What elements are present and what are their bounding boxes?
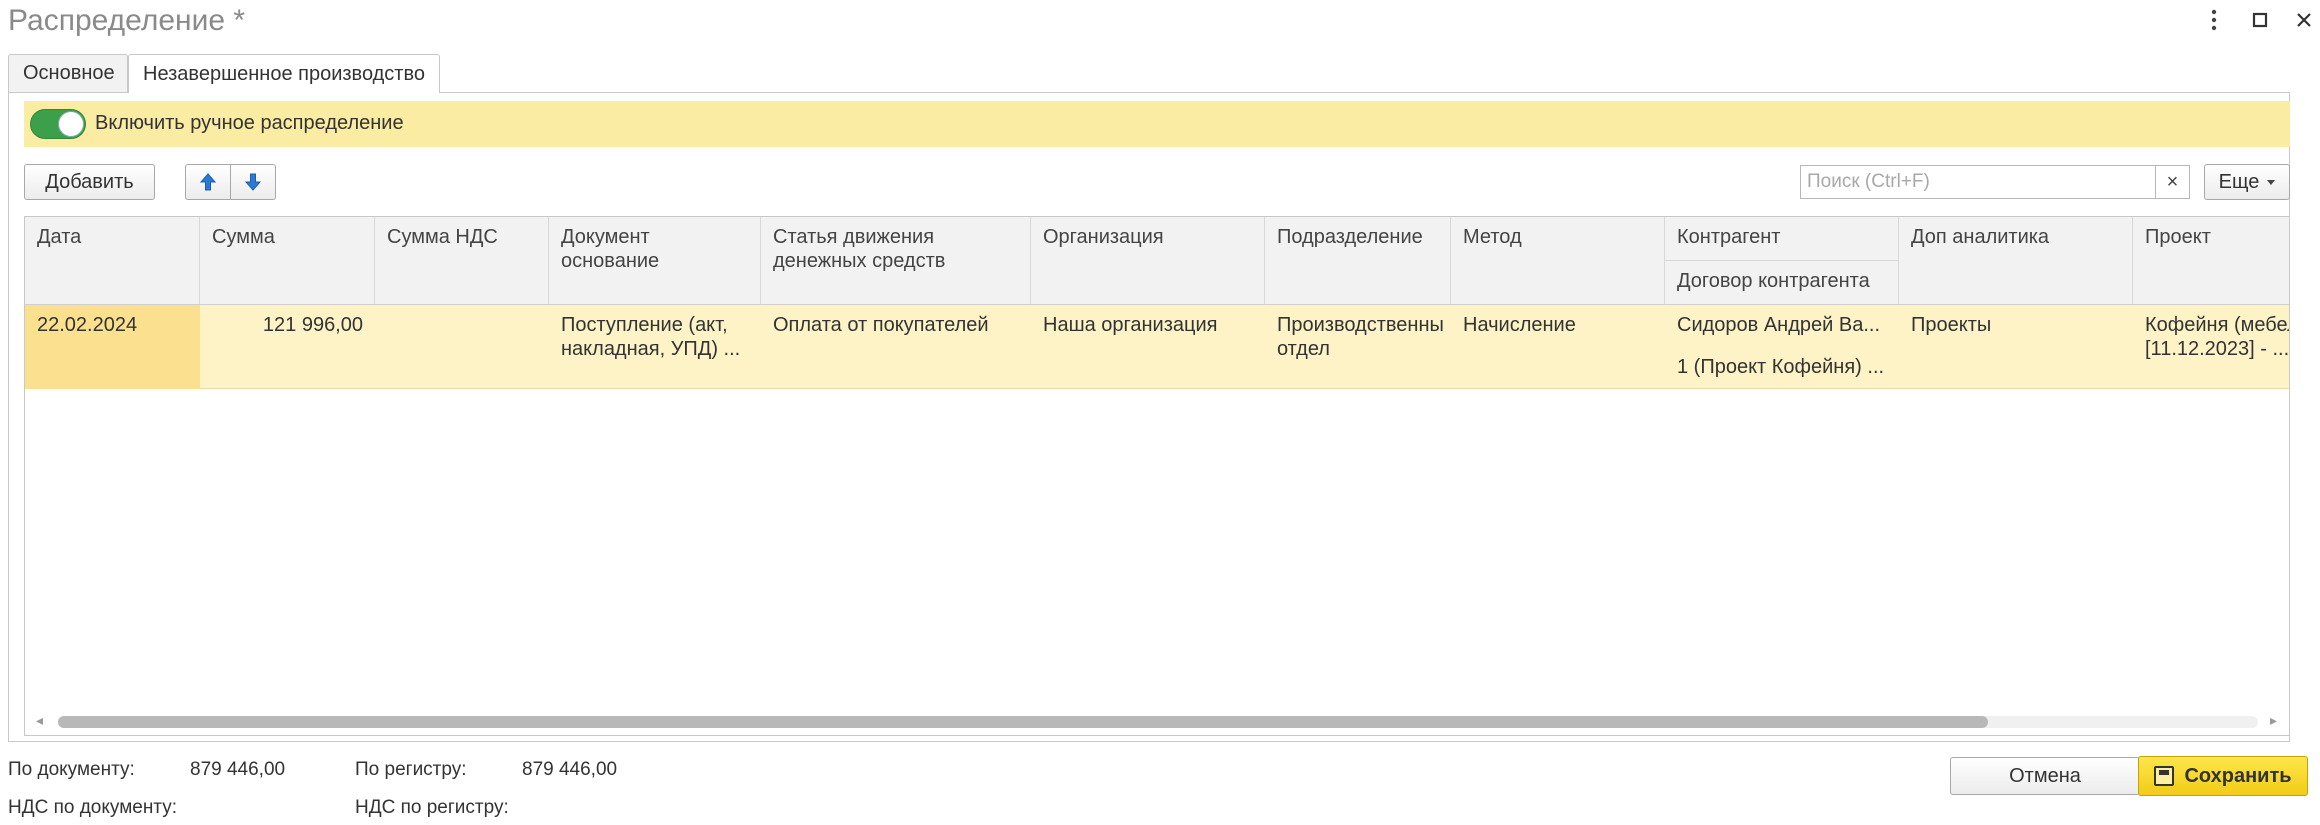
column-header-analytics[interactable]: Доп аналитика — [1899, 217, 2133, 305]
manual-distribution-toggle[interactable] — [30, 109, 86, 139]
cell-cashflow[interactable]: Оплата от покупателей — [761, 305, 1031, 389]
cell-contract[interactable]: 1 (Проект Кофейня) ... — [1665, 347, 1899, 387]
move-down-button[interactable] — [230, 164, 276, 200]
cell-dept[interactable]: Производственны отдел — [1265, 305, 1451, 389]
cell-analytics[interactable]: Проекты — [1899, 305, 2133, 389]
cell-sum[interactable]: 121 996,00 — [200, 305, 375, 389]
column-header-doc[interactable]: Документ основание — [549, 217, 761, 305]
column-header-org[interactable]: Организация — [1031, 217, 1265, 305]
tab-wip[interactable]: Незавершенное производство — [128, 54, 440, 93]
save-button-label: Сохранить — [2184, 764, 2292, 787]
cell-counterparty[interactable]: Сидоров Андрей Ва... — [1665, 305, 1899, 345]
scroll-left-icon[interactable]: ◂ — [36, 712, 43, 729]
column-header-counterparty[interactable]: Контрагент — [1665, 217, 1899, 261]
vat-by-register-label: НДС по регистру: — [355, 797, 509, 818]
manual-distribution-label: Включить ручное распределение — [95, 112, 404, 134]
cell-vat[interactable] — [375, 305, 549, 389]
more-menu-button[interactable]: Еще — [2204, 164, 2290, 200]
add-button[interactable]: Добавить — [24, 164, 155, 200]
column-header-cashflow[interactable]: Статья движения денежных средств — [761, 217, 1031, 305]
column-header-sum[interactable]: Сумма — [200, 217, 375, 305]
scroll-right-icon[interactable]: ▸ — [2270, 712, 2277, 729]
cell-org[interactable]: Наша организация — [1031, 305, 1265, 389]
save-button[interactable]: Сохранить — [2138, 756, 2308, 796]
cell-doc[interactable]: Поступление (акт, накладная, УПД) ... — [549, 305, 761, 389]
close-icon[interactable] — [2290, 6, 2318, 34]
column-header-project[interactable]: Проект — [2133, 217, 2289, 305]
more-options-icon[interactable] — [2200, 6, 2228, 34]
column-header-date[interactable]: Дата — [25, 217, 200, 305]
by-document-value: 879 446,00 — [190, 759, 286, 780]
cell-date[interactable]: 22.02.2024 — [25, 305, 200, 389]
window-title: Распределение * — [8, 4, 246, 37]
distribution-table: Дата Сумма Сумма НДС Документ основание … — [24, 216, 2290, 736]
search-clear-icon[interactable]: × — [2156, 165, 2190, 199]
horizontal-scrollbar[interactable] — [58, 716, 1988, 728]
vat-by-document-label: НДС по документу: — [8, 797, 178, 818]
maximize-icon[interactable] — [2246, 6, 2274, 34]
column-header-dept[interactable]: Подразделение — [1265, 217, 1451, 305]
cell-project[interactable]: Кофейня (мебел [11.12.2023] - ... — [2133, 305, 2289, 389]
tab-main[interactable]: Основное — [8, 54, 128, 92]
floppy-disk-icon — [2154, 766, 2175, 786]
cell-method[interactable]: Начисление — [1451, 305, 1665, 389]
search-input[interactable] — [1800, 165, 2156, 199]
column-header-method[interactable]: Метод — [1451, 217, 1665, 305]
by-register-value: 879 446,00 — [522, 759, 618, 780]
column-header-contract[interactable]: Договор контрагента — [1665, 261, 1899, 305]
by-register-label: По регистру: — [355, 759, 467, 780]
arrow-up-icon — [199, 173, 217, 191]
more-menu-label: Еще — [2218, 170, 2260, 193]
chevron-down-icon — [2267, 179, 2276, 185]
toggle-knob — [58, 111, 84, 137]
column-header-vat[interactable]: Сумма НДС — [375, 217, 549, 305]
by-document-label: По документу: — [8, 759, 135, 780]
move-up-button[interactable] — [185, 164, 231, 200]
cancel-button[interactable]: Отмена — [1950, 757, 2140, 795]
arrow-down-icon — [244, 173, 262, 191]
